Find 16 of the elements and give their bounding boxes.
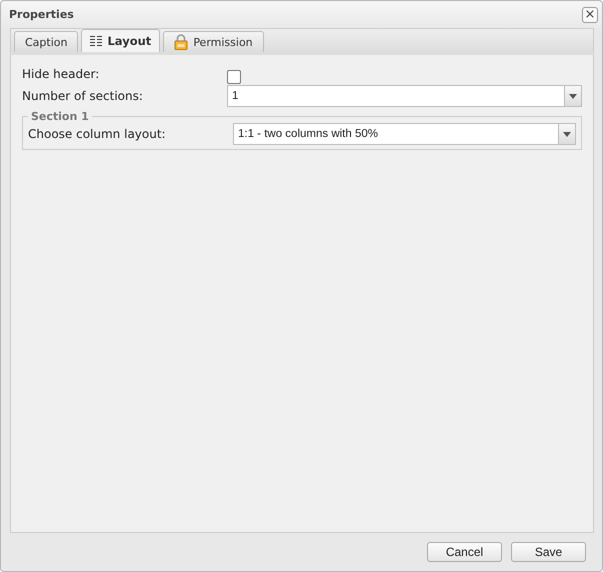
window-title: Properties (9, 8, 74, 21)
dropdown-field[interactable]: 1:1 - two columns with 50% (233, 123, 576, 145)
cancel-button[interactable]: Cancel (427, 542, 502, 562)
tab[interactable]: Layout (81, 29, 160, 52)
lines-icon (90, 36, 102, 46)
field-label: Number of sections: (22, 89, 144, 103)
tab[interactable]: Caption (14, 31, 78, 52)
dropdown-field[interactable]: 1 (227, 85, 582, 107)
save-button[interactable]: Save (511, 542, 586, 562)
close-button[interactable]: × (582, 6, 598, 22)
field-label: Choose column layout: (28, 127, 167, 141)
field-label: Hide header: (22, 67, 100, 81)
tab[interactable]: Permission (163, 31, 264, 52)
lock-icon (174, 34, 188, 50)
section-legend: Section 1 (28, 110, 92, 123)
checkbox[interactable] (227, 70, 241, 84)
